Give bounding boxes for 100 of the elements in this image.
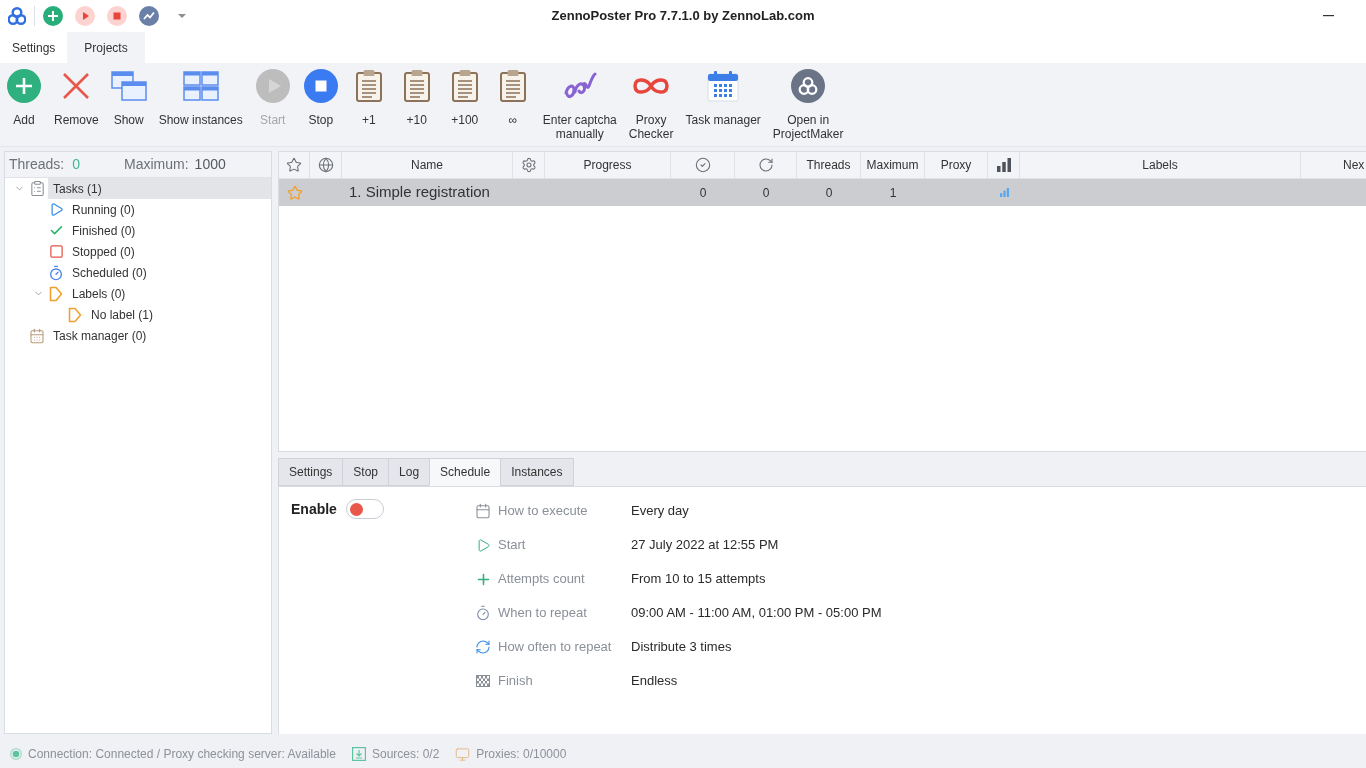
stop-circle-icon [303,69,338,103]
toolbar-button[interactable]: Open in ProjectMaker [766,65,850,143]
toolbar-button[interactable]: Show [104,65,153,129]
app-logo-icon [8,7,26,25]
toolbar-button[interactable]: Show instances [152,65,249,129]
windows-icon [110,71,147,101]
field-value: From 10 to 15 attempts [631,570,766,589]
status-text: Proxies: 0/10000 [476,746,567,763]
field-label: How often to repeat [498,638,613,657]
square-icon [48,244,64,259]
trefoil-circle-icon [791,69,826,103]
refresh-icon [475,639,491,655]
toolbar-button[interactable]: Add [0,65,48,129]
star-icon [286,157,302,173]
field-value: Distribute 3 times [631,638,732,657]
column-header[interactable]: Maximum [866,156,919,174]
field-value: Endless [631,672,678,691]
window-title: ZennoPoster Pro 7.7.1.0 by ZennoLab.com [551,7,815,26]
column-header[interactable]: Name [411,156,443,174]
detail-tab[interactable]: Settings [278,458,344,486]
toolbar-button[interactable]: +100 [440,65,489,129]
column-header[interactable]: Nex [1343,156,1365,174]
clipboard-icon [28,180,46,197]
toolbar-button[interactable]: Task manager [679,65,767,129]
field-value: 09:00 AM - 11:00 AM, 01:00 PM - 05:00 PM [631,604,882,623]
tree-item[interactable]: Stopped (0) [67,241,139,262]
tree-item[interactable]: Scheduled (0) [67,262,151,283]
detail-tab[interactable]: Log [388,458,431,486]
column-header[interactable]: Labels [1142,156,1178,174]
detail-tab[interactable]: Stop [342,458,390,486]
refresh-icon [757,157,774,173]
field-label: Finish [498,672,534,691]
download-tray-icon [351,747,366,761]
toolbar-button[interactable]: ∞ [488,65,537,129]
status-text: Sources: 0/2 [371,746,440,763]
checkered-flag-icon [476,675,490,687]
play-circle-icon[interactable] [75,6,95,26]
clipboard-icon [354,69,383,103]
chart-circle-icon[interactable] [139,6,159,26]
play-icon [48,202,64,217]
column-header[interactable]: Proxy [940,156,972,174]
check-circle-icon [694,157,711,173]
table-cell-text: 1. Simple registration [349,182,490,203]
toolbar-button[interactable]: Enter captcha manually [536,65,623,143]
table-cell-text: 0 [762,184,770,202]
toolbar-button[interactable]: Remove [48,65,105,129]
tree-item[interactable]: No label (1) [86,304,158,325]
field-label: Attempts count [498,570,586,589]
detail-tab[interactable]: Schedule [429,458,502,486]
bar-chart-icon [996,158,1011,172]
column-header[interactable]: Threads [806,156,851,174]
field-value: Every day [631,502,689,521]
tree-item[interactable]: Tasks (1) [48,178,271,199]
status-text: Connection: Connected / Proxy checking server: Available [28,746,336,763]
settings-icon [520,157,537,173]
stopwatch-icon [475,605,491,621]
field-label: Start [498,536,527,555]
stopwatch-icon [48,264,64,281]
globe-icon [317,157,334,173]
toolbar-button[interactable]: Stop [296,65,345,129]
calendar-icon [707,70,740,102]
captcha-squiggle-icon [562,71,597,101]
toolbar-button[interactable]: +10 [392,65,441,129]
play-circle-icon [255,69,290,103]
column-header[interactable]: Progress [583,156,632,174]
minimize-icon[interactable] [1323,15,1334,17]
ribbon-tab[interactable]: Projects [67,32,145,63]
infinity-icon [632,76,671,96]
plus-circle-icon[interactable] [43,6,63,26]
calendar-icon [475,503,491,519]
tag-icon [49,285,63,302]
toolbar-button[interactable]: +1 [344,65,393,129]
table-cell-text: 1 [889,184,897,202]
play-icon [475,537,491,553]
threads-label: Threads: [9,155,65,174]
x-icon [62,72,91,100]
window-grid-icon [182,71,219,101]
toggle-switch[interactable] [345,499,384,519]
star-icon[interactable] [286,184,303,201]
toolbar-button[interactable]: Proxy Checker [622,65,680,143]
monitor-icon [455,746,471,762]
threads-value: 0 [72,155,81,174]
clipboard-icon [402,69,431,103]
tree-item[interactable]: Running (0) [67,199,139,220]
table-row[interactable]: 1. Simple registration 0 0 0 1 [279,179,1366,206]
enable-label: Enable [291,499,337,519]
maximum-value: 1000 [194,155,226,174]
tree-item[interactable]: Finished (0) [67,220,140,241]
table-cell-text: 0 [699,184,707,202]
tree-item[interactable]: Labels (0) [67,283,130,304]
stop-circle-icon[interactable] [107,6,127,26]
field-label: When to repeat [498,604,588,623]
clipboard-icon [450,69,479,103]
tree-item[interactable]: Task manager (0) [48,325,151,346]
table-cell-text: 0 [825,184,833,202]
detail-tab[interactable]: Instances [500,458,574,486]
plus-circle-icon [7,69,41,103]
maximum-label: Maximum: [124,155,189,174]
caret-icon[interactable] [178,14,186,18]
tag-icon [68,306,82,323]
